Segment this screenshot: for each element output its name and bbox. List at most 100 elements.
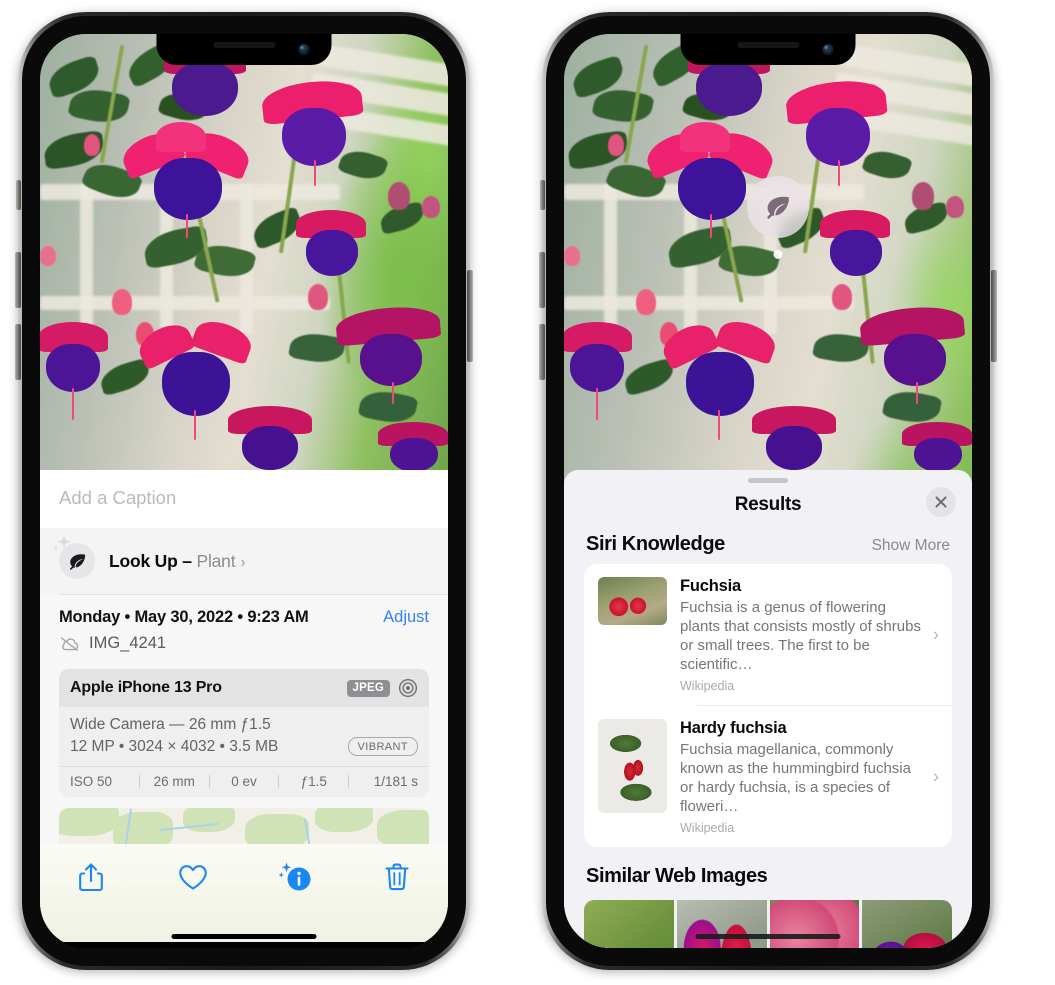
knowledge-title: Hardy fuchsia — [680, 719, 787, 738]
flower-bud — [912, 182, 934, 210]
flower-bud — [946, 196, 964, 218]
aperture-icon — [398, 678, 418, 698]
mute-switch-right[interactable] — [540, 180, 545, 210]
photo-viewer-left[interactable] — [40, 34, 448, 470]
siri-knowledge-header: Siri Knowledge Show More — [564, 527, 972, 564]
similar-image[interactable] — [676, 900, 767, 948]
flower-bud — [308, 284, 328, 310]
knowledge-row[interactable]: Hardy fuchsia Fuchsia magellanica, commo… — [584, 706, 952, 847]
similar-web-images-header: Similar Web Images — [564, 847, 972, 890]
front-camera-icon — [822, 44, 834, 55]
home-indicator-right[interactable] — [695, 934, 841, 939]
exif-stat-focal: 26 mm — [153, 774, 195, 789]
phone-left: Add a Caption Look Up – Plant › Monday •… — [15, 12, 473, 970]
flower-bud — [608, 134, 624, 156]
knowledge-row[interactable]: Fuchsia Fuchsia is a genus of flowering … — [584, 564, 952, 705]
close-icon — [935, 496, 947, 508]
knowledge-thumbnail — [598, 577, 667, 625]
sparkles-icon — [52, 535, 71, 552]
photo-filename: IMG_4241 — [89, 634, 167, 652]
chevron-right-icon: › — [240, 553, 246, 571]
phone-right: Results Siri Knowledge Show More Fuchsia… — [539, 12, 997, 970]
caption-field[interactable]: Add a Caption — [40, 470, 448, 528]
volume-up-button-right[interactable] — [539, 252, 545, 308]
look-up-row[interactable]: Look Up – Plant › — [40, 528, 448, 594]
size-info: 12 MP • 3024 × 4032 • 3.5 MB — [70, 737, 279, 755]
favorite-button[interactable] — [142, 856, 244, 898]
fuchsia-flower — [564, 322, 636, 426]
volume-down-button-right[interactable] — [539, 324, 545, 380]
similar-image[interactable] — [862, 900, 952, 948]
railing-post — [80, 184, 93, 334]
results-title: Results — [734, 494, 802, 515]
fuchsia-flower — [224, 406, 320, 470]
exif-stat-iso: ISO 50 — [70, 774, 113, 789]
trash-icon — [385, 863, 409, 891]
photo-metadata: Monday • May 30, 2022 • 9:23 AM Adjust I… — [40, 595, 448, 663]
format-badge: JPEG — [346, 679, 390, 697]
fuchsia-flower — [858, 302, 972, 404]
share-icon — [79, 863, 103, 892]
exif-stats: ISO 50 26 mm 0 ev ƒ1.5 1/181 s — [59, 766, 429, 797]
knowledge-description: Fuchsia magellanica, commonly known as t… — [680, 741, 911, 816]
chevron-right-icon: › — [933, 624, 939, 645]
volume-down-button-left[interactable] — [15, 324, 21, 380]
front-camera-icon — [298, 44, 310, 55]
flower-bud — [84, 134, 100, 156]
photo-date: Monday • May 30, 2022 • 9:23 AM — [59, 608, 309, 626]
flower-bud — [564, 246, 580, 266]
flower-bud — [388, 182, 410, 210]
knowledge-description: Fuchsia is a genus of flowering plants t… — [680, 599, 921, 674]
siri-knowledge-card: Fuchsia Fuchsia is a genus of flowering … — [584, 564, 952, 848]
badge-anchor-dot — [773, 250, 783, 259]
fuchsia-flower — [334, 302, 448, 404]
exif-header: Apple iPhone 13 Pro JPEG — [59, 669, 429, 707]
info-button[interactable] — [244, 856, 346, 898]
look-up-icon-wrap — [52, 535, 95, 579]
exif-card: Apple iPhone 13 Pro JPEG Wide Camera — 2… — [59, 669, 429, 797]
earpiece-speaker — [737, 42, 799, 48]
home-indicator-left[interactable] — [171, 934, 317, 939]
knowledge-source: Wikipedia — [680, 679, 735, 694]
power-button-right[interactable] — [991, 270, 997, 362]
screen-right: Results Siri Knowledge Show More Fuchsia… — [564, 34, 972, 948]
caption-placeholder: Add a Caption — [59, 487, 177, 508]
fuchsia-flower — [260, 72, 366, 186]
fuchsia-flower — [40, 322, 112, 426]
knowledge-title: Fuchsia — [680, 577, 741, 595]
screenshot-root: Add a Caption Look Up – Plant › Monday •… — [0, 0, 1055, 985]
volume-up-button-left[interactable] — [15, 252, 21, 308]
exif-stat-aperture: ƒ1.5 — [300, 774, 327, 789]
fuchsia-flower — [900, 422, 972, 472]
info-icon — [278, 862, 311, 891]
look-up-label: Look Up – Plant › — [109, 551, 246, 572]
similar-image[interactable] — [584, 900, 674, 948]
flower-bud — [636, 289, 656, 315]
fuchsia-flower — [376, 422, 448, 470]
earpiece-speaker — [213, 42, 275, 48]
delete-button[interactable] — [346, 856, 448, 898]
show-more-button[interactable]: Show More — [872, 537, 950, 555]
photo-toolbar — [40, 844, 448, 942]
fuchsia-flower — [784, 72, 890, 186]
adjust-button[interactable]: Adjust — [383, 608, 429, 627]
close-button[interactable] — [926, 487, 956, 517]
visual-look-up-badge[interactable] — [747, 176, 809, 259]
flower-bud — [832, 284, 852, 310]
exif-body: Wide Camera — 26 mm ƒ1.5 12 MP • 3024 × … — [59, 707, 429, 766]
notch-left — [156, 34, 332, 65]
power-button-left[interactable] — [467, 270, 473, 362]
fuchsia-flower — [748, 406, 844, 470]
share-button[interactable] — [40, 856, 142, 898]
leaf-icon — [767, 196, 789, 219]
fuchsia-flower — [816, 210, 896, 282]
similar-image[interactable] — [769, 900, 860, 948]
railing-post — [604, 184, 617, 334]
similar-web-images-row[interactable] — [584, 900, 952, 948]
siri-knowledge-title: Siri Knowledge — [586, 533, 725, 555]
cloud-slash-icon — [60, 636, 79, 651]
knowledge-thumbnail — [598, 719, 667, 814]
fuchsia-flower — [292, 210, 372, 282]
look-up-title: Look Up – — [109, 550, 192, 571]
mute-switch-left[interactable] — [16, 180, 21, 210]
